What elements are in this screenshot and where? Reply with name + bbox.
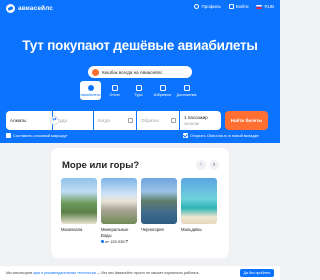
destination-name: Махачкала: [61, 227, 83, 232]
destination-card[interactable]: Минеральные Воды от 125 035 ₸: [101, 178, 137, 244]
tab-label: Отели: [109, 92, 120, 97]
flag-icon: [256, 4, 263, 9]
section-title: Море или горы?: [62, 160, 140, 171]
open-ostrovok-option[interactable]: Открыть Ostrovok.ru в новой вкладке: [183, 133, 259, 138]
cookie-text: Мы используем: [6, 271, 33, 275]
destination-card[interactable]: Черногория: [141, 178, 177, 244]
swap-icon[interactable]: ⇄: [50, 116, 59, 125]
calendar-icon: [128, 118, 133, 123]
tab-label: Авиабилеты: [80, 92, 101, 97]
profile-icon: [194, 4, 200, 9]
tab-achievements[interactable]: Достижения: [176, 81, 197, 100]
destination-image: [181, 178, 217, 224]
open-ostrovok-label: Открыть Ostrovok.ru в новой вкладке: [190, 133, 259, 138]
promo-pill[interactable]: Кешбэк всегда на Авиасейлс: [88, 66, 192, 78]
destination-name: Мальдивы: [181, 227, 202, 232]
cookie-accept-button[interactable]: Да без проблем: [239, 269, 274, 277]
next-arrow-icon[interactable]: ›: [209, 160, 219, 170]
depart-date-input[interactable]: Когда: [94, 111, 136, 130]
currency-selector[interactable]: RUB: [256, 4, 274, 9]
plane-icon: [87, 84, 94, 91]
logo-text: авиасейлс: [18, 5, 54, 12]
logo-icon: [6, 4, 15, 13]
tab-hotels[interactable]: Отели: [104, 81, 125, 100]
currency-label: RUB: [264, 4, 274, 9]
destinations-card: Море или горы? ‹ › Махачкала Минеральные…: [51, 148, 229, 258]
tab-label: Достижения: [176, 92, 197, 97]
login-label: Войти: [235, 4, 249, 9]
tab-label: Избранное: [153, 92, 172, 97]
service-tabs: Авиабилеты Отели Туры Избранное Достижен…: [80, 81, 202, 100]
destination-image: [101, 178, 137, 224]
cabin-class: эконом: [184, 120, 199, 126]
trophy-icon: [183, 84, 190, 91]
destination-card[interactable]: Мальдивы: [181, 178, 217, 244]
promo-text: Кешбэк всегда на Авиасейлс: [102, 69, 163, 75]
price-value: от 125 035 ₸: [105, 239, 129, 244]
passengers-selector[interactable]: 1 пассажир эконом: [180, 111, 221, 130]
cookie-banner: Мы используем куки и рекомендательные те…: [0, 266, 280, 280]
checkbox-icon[interactable]: [6, 133, 11, 138]
tab-favorites[interactable]: Избранное: [152, 81, 173, 100]
destinations-list: Махачкала Минеральные Воды от 125 035 ₸ …: [61, 178, 217, 244]
return-placeholder: Обратно: [141, 118, 160, 123]
calendar-icon: [171, 118, 176, 123]
profile-label: Профиль: [201, 4, 221, 9]
destination-price: от 125 035 ₸: [101, 239, 137, 244]
page-title: Тут покупают дешёвые авиабилеты: [22, 38, 258, 53]
price-icon: [101, 240, 104, 243]
destination-name: Минеральные Воды: [101, 227, 129, 238]
palm-icon: [135, 84, 142, 91]
depart-placeholder: Когда: [98, 118, 110, 123]
cookie-text-after: — без них Авиасейлс просто не сможет нор…: [96, 271, 200, 275]
tab-tours[interactable]: Туры: [128, 81, 149, 100]
return-date-input[interactable]: Обратно: [137, 111, 179, 130]
destination-image: [61, 178, 97, 224]
checkbox-checked-icon[interactable]: [183, 133, 188, 138]
complex-route-option[interactable]: Составить сложный маршрут: [6, 133, 68, 138]
hotel-icon: [111, 84, 118, 91]
cookie-link[interactable]: куки и рекомендательные технологии: [33, 271, 96, 275]
tab-label: Туры: [134, 92, 143, 97]
destination-name: Черногория: [141, 227, 164, 232]
destination-input[interactable]: Куда: [53, 111, 93, 130]
tab-flights[interactable]: Авиабилеты: [80, 81, 101, 100]
complex-route-label: Составить сложный маршрут: [13, 133, 68, 138]
prev-arrow-icon[interactable]: ‹: [196, 160, 206, 170]
destination-card[interactable]: Махачкала: [61, 178, 97, 244]
carousel-controls: ‹ ›: [196, 160, 219, 170]
cashback-icon: [92, 68, 99, 76]
heart-icon: [159, 84, 166, 91]
header-nav: Профиль Войти RUB: [194, 4, 274, 9]
login-link[interactable]: Войти: [228, 4, 249, 9]
profile-link[interactable]: Профиль: [194, 4, 221, 9]
top-bar: авиасейлс Профиль Войти RUB: [0, 0, 280, 16]
destination-image: [141, 178, 177, 224]
origin-input[interactable]: Алматы: [6, 111, 52, 130]
find-tickets-button[interactable]: Найти билеты: [225, 111, 268, 130]
logo[interactable]: авиасейлс: [6, 4, 53, 13]
login-icon: [228, 4, 234, 9]
